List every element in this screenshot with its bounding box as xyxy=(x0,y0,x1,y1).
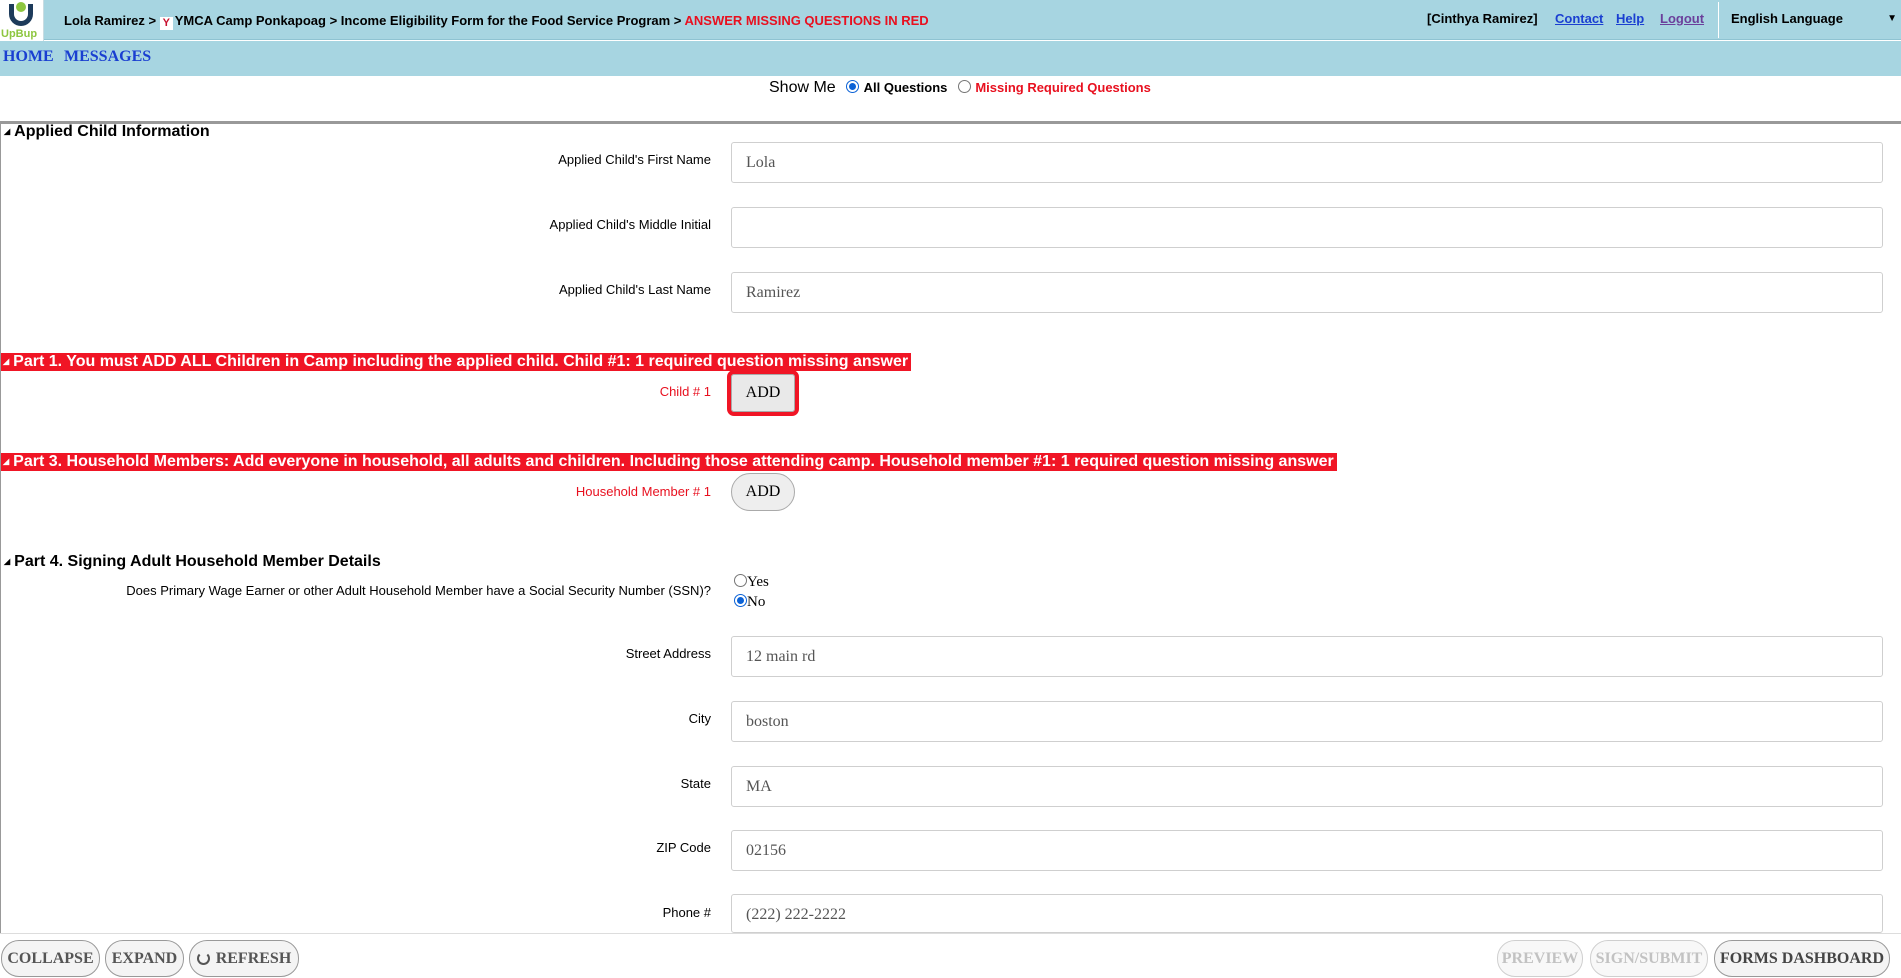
phone-label: Phone # xyxy=(662,905,711,920)
city-field[interactable]: boston xyxy=(731,701,1883,742)
ssn-question-label: Does Primary Wage Earner or other Adult … xyxy=(126,583,711,598)
household-member-1-label: Household Member # 1 xyxy=(575,484,711,499)
first-name-label: Applied Child's First Name xyxy=(558,152,711,167)
language-select-value: English Language xyxy=(1731,11,1843,26)
show-me-filter: Show Me All Questions Missing Required Q… xyxy=(769,79,1151,97)
collapse-button[interactable]: COLLAPSE xyxy=(1,940,100,977)
section-part-1[interactable]: ◢ Part 1. You must ADD ALL Children in Ca… xyxy=(1,353,912,371)
breadcrumb-form[interactable]: Income Eligibility Form for the Food Ser… xyxy=(341,13,670,28)
breadcrumb: Lola Ramirez > Y YMCA Camp Ponkapoag > In… xyxy=(64,13,929,30)
contact-link[interactable]: Contact xyxy=(1555,11,1603,26)
expand-button[interactable]: EXPAND xyxy=(105,940,184,977)
forms-dashboard-button[interactable]: FORMS DASHBOARD xyxy=(1714,940,1890,977)
help-link[interactable]: Help xyxy=(1616,11,1644,26)
ssn-no-option[interactable]: No xyxy=(734,594,765,611)
zip-code-label: ZIP Code xyxy=(656,840,711,855)
phone-field[interactable]: (222) 222-2222 xyxy=(731,894,1883,933)
section-applied-child[interactable]: ◢ Applied Child Information xyxy=(4,123,210,141)
ymca-icon: Y xyxy=(159,17,173,30)
language-select[interactable]: English Language ▼ xyxy=(1718,2,1901,38)
sign-submit-button[interactable]: SIGN/SUBMIT xyxy=(1590,940,1708,977)
child-1-label: Child # 1 xyxy=(659,384,711,399)
collapse-triangle-icon: ◢ xyxy=(4,557,11,566)
refresh-icon xyxy=(196,952,210,965)
radio-all-questions[interactable] xyxy=(846,80,860,93)
last-name-field[interactable]: Ramirez xyxy=(731,272,1883,313)
first-name-field[interactable]: Lola xyxy=(731,142,1883,183)
add-child-button[interactable]: ADD xyxy=(727,370,799,416)
breadcrumb-child[interactable]: Lola Ramirez xyxy=(64,13,145,28)
refresh-button[interactable]: REFRESH xyxy=(189,940,299,977)
nav-bar: HOME MESSAGES xyxy=(0,41,1901,76)
top-header: UpBup Lola Ramirez > Y YMCA Camp Ponkapoa… xyxy=(0,0,1901,42)
middle-initial-field[interactable] xyxy=(731,207,1883,248)
collapse-triangle-icon: ◢ xyxy=(4,127,11,136)
add-household-member-button[interactable]: ADD xyxy=(731,473,795,511)
street-address-label: Street Address xyxy=(625,646,711,661)
last-name-label: Applied Child's Last Name xyxy=(558,282,711,297)
nav-home[interactable]: HOME xyxy=(3,48,54,66)
section-part-4[interactable]: ◢ Part 4. Signing Adult Household Member … xyxy=(4,553,381,571)
upbup-logo[interactable]: UpBup xyxy=(0,0,44,42)
collapse-triangle-icon: ◢ xyxy=(3,457,10,466)
footer-toolbar: COLLAPSE EXPAND REFRESH PREVIEW SIGN/SUB… xyxy=(0,933,1901,978)
chevron-down-icon: ▼ xyxy=(1887,13,1897,24)
logo-text: UpBup xyxy=(1,28,38,40)
nav-messages[interactable]: MESSAGES xyxy=(64,48,151,66)
radio-ssn-yes[interactable] xyxy=(734,574,747,587)
zip-code-field[interactable]: 02156 xyxy=(731,830,1883,871)
state-label: State xyxy=(680,776,711,791)
user-name: [Cinthya Ramirez] xyxy=(1427,11,1538,26)
state-field[interactable]: MA xyxy=(731,766,1883,807)
middle-initial-label: Applied Child's Middle Initial xyxy=(549,217,711,232)
ssn-yes-option[interactable]: Yes xyxy=(734,574,769,591)
all-questions-label[interactable]: All Questions xyxy=(864,80,948,95)
section-part-3[interactable]: ◢ Part 3. Household Members: Add everyone… xyxy=(1,453,1337,471)
missing-questions-label[interactable]: Missing Required Questions xyxy=(975,80,1151,95)
city-label: City xyxy=(688,711,711,726)
preview-button[interactable]: PREVIEW xyxy=(1497,940,1583,977)
radio-ssn-no[interactable] xyxy=(734,594,747,607)
show-me-label: Show Me xyxy=(769,79,836,96)
breadcrumb-camp[interactable]: YMCA Camp Ponkapoag xyxy=(175,13,326,28)
collapse-triangle-icon: ◢ xyxy=(3,357,10,366)
logout-link[interactable]: Logout xyxy=(1660,11,1704,26)
logo-u-mark xyxy=(9,4,33,26)
street-address-field[interactable]: 12 main rd xyxy=(731,636,1883,677)
breadcrumb-alert: ANSWER MISSING QUESTIONS IN RED xyxy=(684,13,929,28)
radio-missing-questions[interactable] xyxy=(957,80,971,93)
